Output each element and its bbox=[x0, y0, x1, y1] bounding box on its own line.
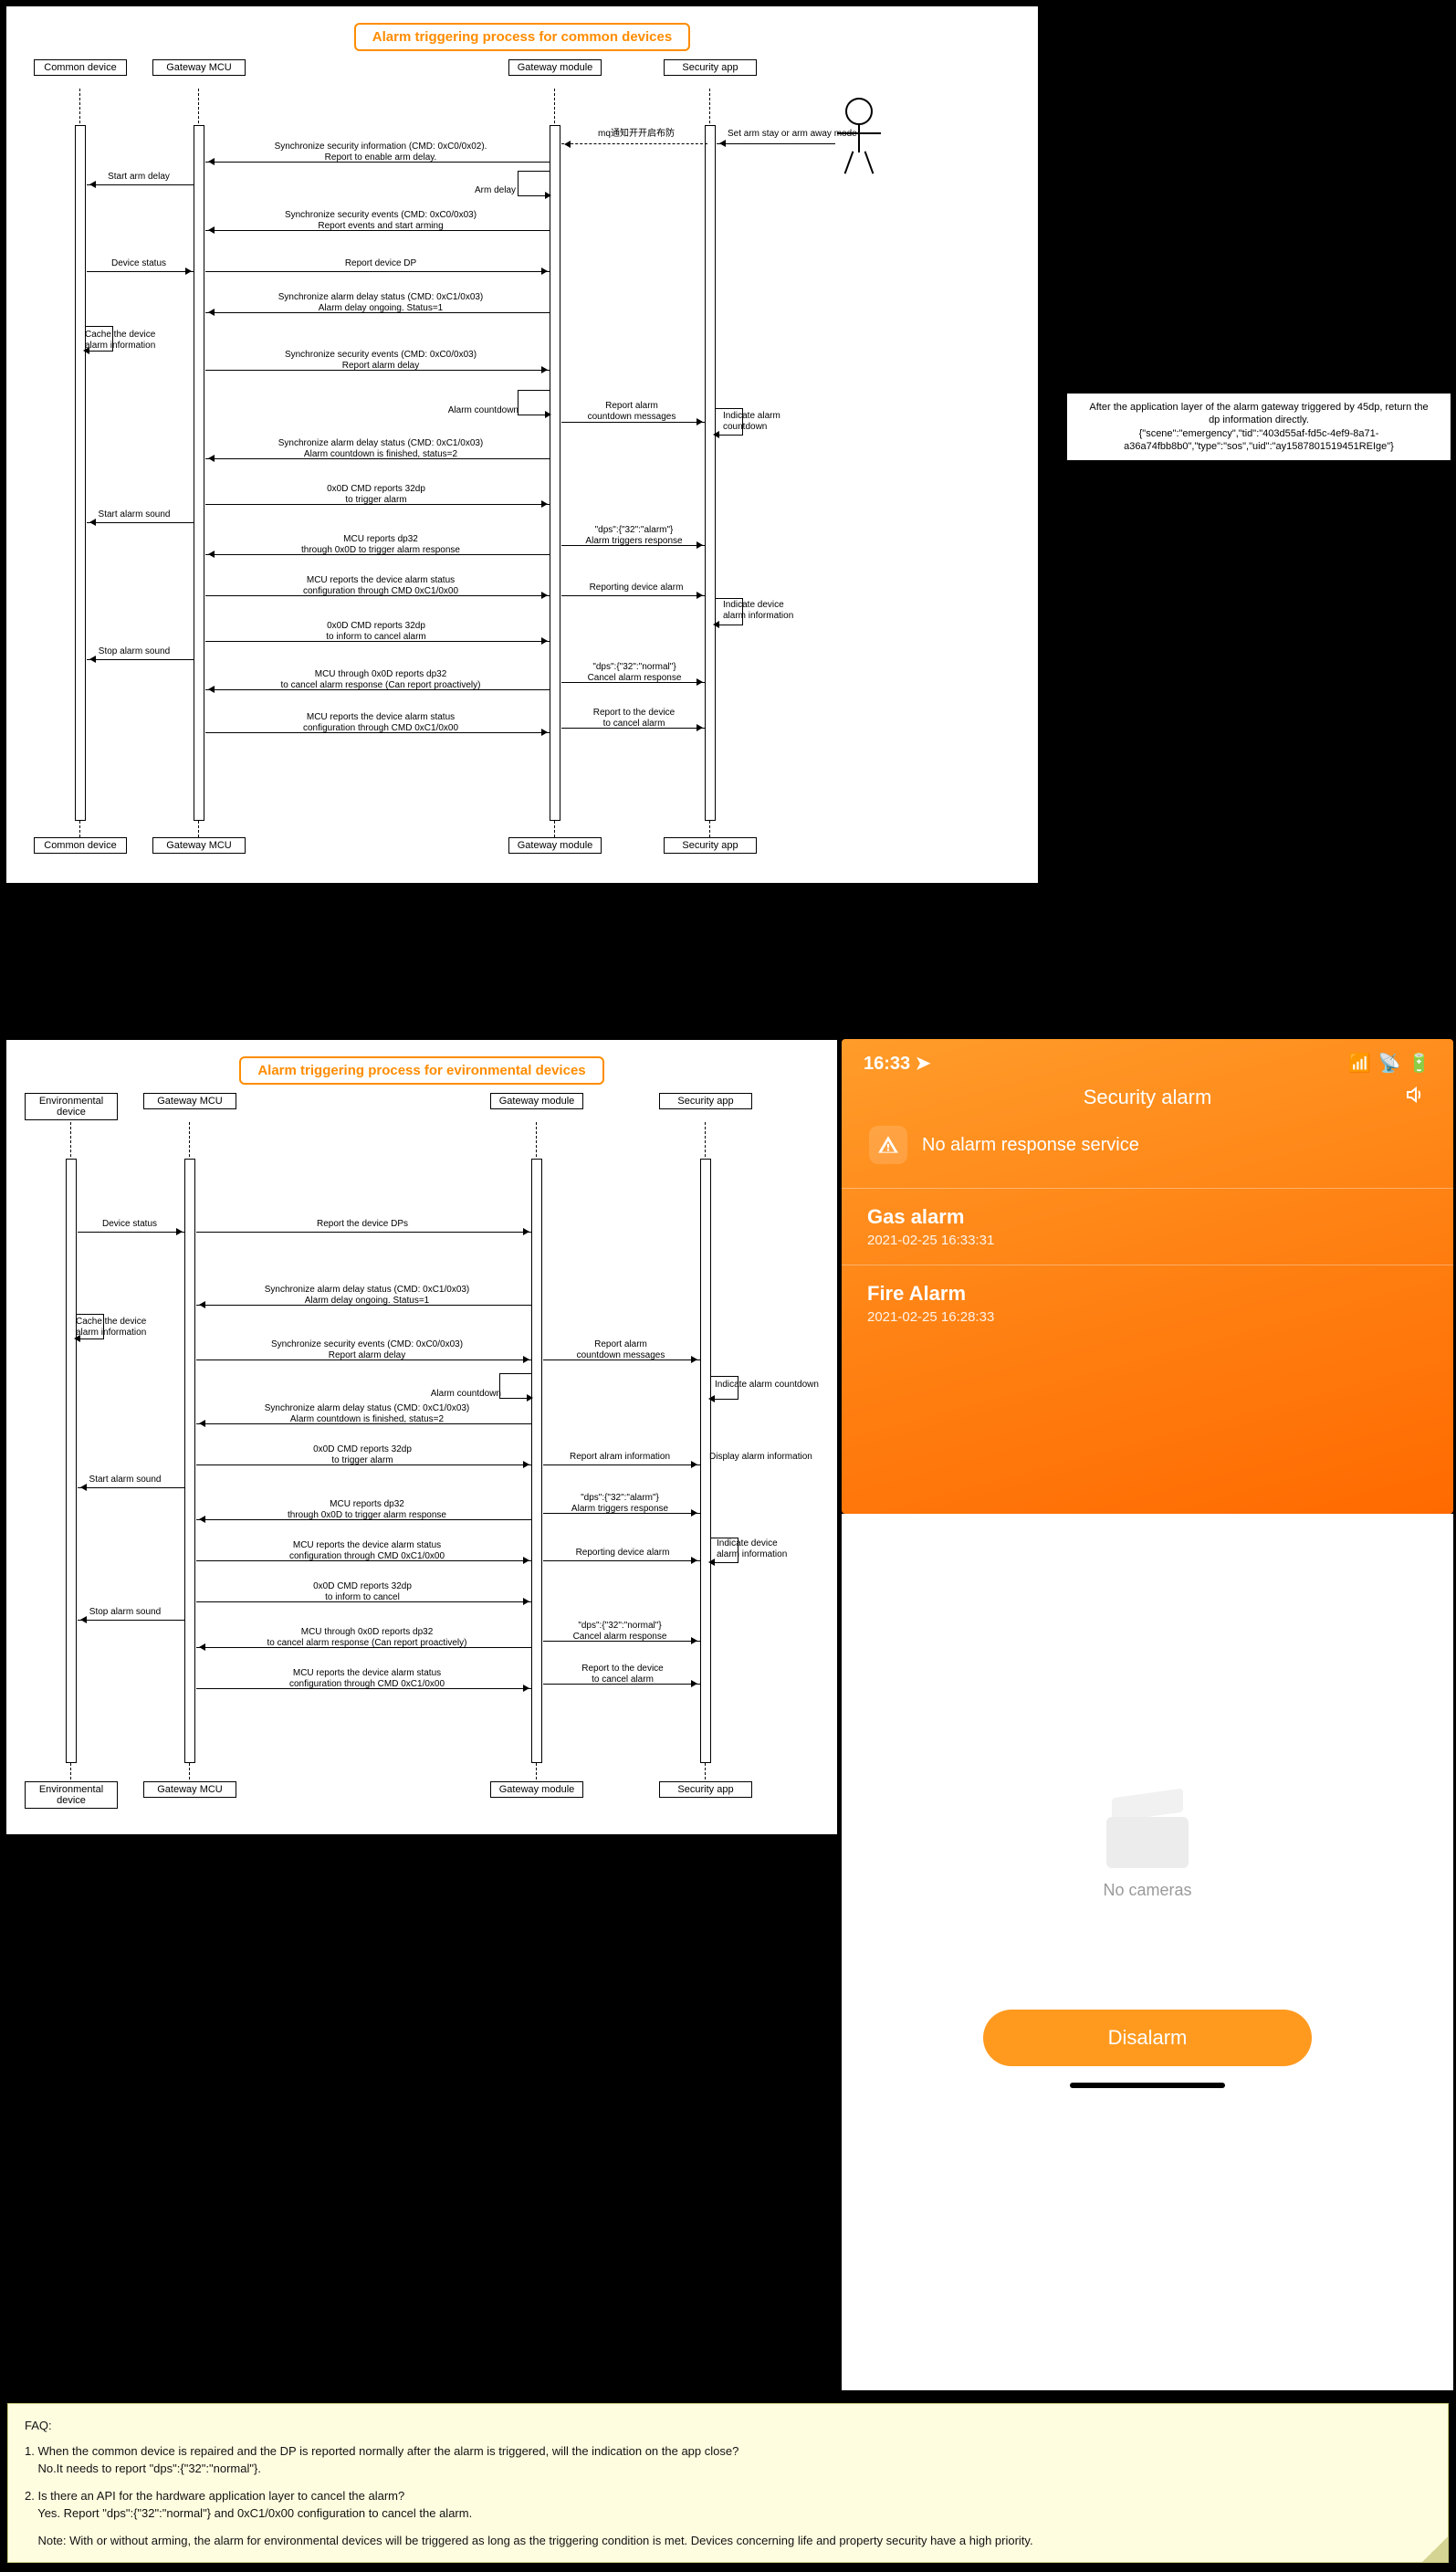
d1-m21: 0x0D CMD reports 32dp to inform to cance… bbox=[248, 621, 504, 642]
d2-m13: Synchronize alarm delay status (CMD: 0xC… bbox=[225, 1403, 508, 1424]
alarm-time: 2021-02-25 16:33:31 bbox=[867, 1233, 1428, 1248]
d1-m1: Synchronize security information (CMD: 0… bbox=[235, 142, 527, 163]
diagram-common-devices: Alarm triggering process for common devi… bbox=[5, 5, 1039, 884]
d2-m23: MCU through 0x0D reports dp32 to cancel … bbox=[216, 1627, 518, 1648]
faq-q2: 2. Is there an API for the hardware appl… bbox=[25, 2487, 1431, 2505]
d2-m25: MCU reports the device alarm status conf… bbox=[225, 1668, 508, 1689]
phone-mock: 16:33 ➤ 📶 📡 🔋 Security alarm No alarm re… bbox=[842, 1039, 1453, 1514]
d2-foot-env: Environmental device bbox=[25, 1781, 118, 1809]
lane-gateway-module: Gateway module bbox=[508, 59, 602, 76]
notice-text: No alarm response service bbox=[922, 1135, 1139, 1156]
side-note: After the application layer of the alarm… bbox=[1066, 393, 1451, 461]
d1-m2: Start arm delay bbox=[89, 172, 189, 183]
faq-a1: No.It needs to report "dps":{"32":"norma… bbox=[25, 2460, 1431, 2478]
d1-m26: Report to the device to cancel alarm bbox=[568, 708, 700, 729]
d1-m16: MCU reports dp32 through 0x0D to trigger… bbox=[244, 534, 518, 555]
msg-mq: mq通知开开启布防 bbox=[577, 129, 696, 140]
d1-m6: Report device DP bbox=[244, 258, 518, 269]
diagram-environmental-devices: Alarm triggering process for evironmenta… bbox=[5, 1039, 838, 1835]
d2-m14b: Report alram information bbox=[547, 1452, 693, 1463]
d2-m14: 0x0D CMD reports 32dp to trigger alarm bbox=[239, 1444, 486, 1465]
d2-m5: Device status bbox=[79, 1219, 180, 1230]
d1-m3: Arm delay bbox=[461, 185, 516, 196]
d1-m23: MCU through 0x0D reports dp32 to cancel … bbox=[225, 669, 536, 690]
status-time: 16:33 ➤ bbox=[864, 1052, 930, 1075]
d1-m12: Indicate alarm countdown bbox=[723, 411, 814, 432]
alarm-title: Gas alarm bbox=[867, 1205, 1428, 1229]
d1-m17: "dps":{"32":"alarm"} Alarm triggers resp… bbox=[563, 525, 705, 546]
d2-m9: Synchronize security events (CMD: 0xC0/0… bbox=[225, 1339, 508, 1360]
d1-m8: Cache the device alarm information bbox=[85, 330, 194, 351]
diagram1-title: Alarm triggering process for common devi… bbox=[354, 23, 690, 51]
faq-note-line: Note: With or without arming, the alarm … bbox=[25, 2532, 1431, 2550]
faq-a2: Yes. Report "dps":{"32":"normal"} and 0x… bbox=[25, 2504, 1431, 2523]
d1-m11: Report alarm countdown messages bbox=[568, 401, 696, 422]
d1-m10: Alarm countdown bbox=[440, 405, 519, 416]
d2-m8: Cache the device alarm information bbox=[76, 1317, 185, 1338]
d2-lane-env: Environmental device bbox=[25, 1093, 118, 1120]
d2-m20: Indicate device alarm information bbox=[717, 1538, 817, 1559]
d2-lane-app: Security app bbox=[659, 1093, 752, 1109]
d2-foot-module: Gateway module bbox=[490, 1781, 583, 1798]
diagram2-title: Alarm triggering process for evironmenta… bbox=[239, 1056, 603, 1085]
d1-m15: Start alarm sound bbox=[79, 509, 189, 520]
d1-m19: Reporting device alarm bbox=[572, 583, 700, 593]
d2-lane-mcu: Gateway MCU bbox=[143, 1093, 236, 1109]
d2-m6: Report the device DPs bbox=[235, 1219, 490, 1230]
d2-m15: Start alarm sound bbox=[70, 1475, 180, 1485]
alarm-row-gas[interactable]: Gas alarm 2021-02-25 16:33:31 bbox=[842, 1189, 1453, 1265]
no-cameras-label: No cameras bbox=[842, 1881, 1453, 1900]
faq-q1: 1. When the common device is repaired an… bbox=[25, 2442, 1431, 2461]
alarm-row-fire[interactable]: Fire Alarm 2021-02-25 16:28:33 bbox=[842, 1265, 1453, 1341]
d1-m7: Synchronize alarm delay status (CMD: 0xC… bbox=[235, 292, 527, 313]
d1-m18: MCU reports the device alarm status conf… bbox=[235, 575, 527, 596]
lane-foot-common-device: Common device bbox=[34, 837, 127, 854]
faq-heading: FAQ: bbox=[25, 2417, 1431, 2435]
home-indicator[interactable] bbox=[1070, 2083, 1225, 2088]
d1-m9: Synchronize security events (CMD: 0xC0/0… bbox=[235, 350, 527, 371]
lane-foot-security-app: Security app bbox=[664, 837, 757, 854]
alarm-time: 2021-02-25 16:28:33 bbox=[867, 1309, 1428, 1325]
speaker-icon[interactable] bbox=[1404, 1084, 1426, 1106]
d2-m19: Reporting device alarm bbox=[554, 1548, 691, 1559]
phone-bottom: No cameras Disalarm bbox=[842, 1514, 1453, 2390]
empty-box-icon bbox=[1106, 1806, 1189, 1870]
disalarm-button[interactable]: Disalarm bbox=[983, 2010, 1312, 2066]
d1-m24: "dps":{"32":"normal"} Cancel alarm respo… bbox=[561, 662, 707, 683]
faq-note: FAQ: 1. When the common device is repair… bbox=[7, 2403, 1449, 2563]
d1-m14: 0x0D CMD reports 32dp to trigger alarm bbox=[248, 484, 504, 505]
d2-m18: MCU reports the device alarm status conf… bbox=[225, 1540, 508, 1561]
lane-foot-gateway-mcu: Gateway MCU bbox=[152, 837, 246, 854]
msg-set-arm-mode: Set arm stay or arm away mode bbox=[728, 129, 855, 140]
d2-m24: "dps":{"32":"normal"} Cancel alarm respo… bbox=[547, 1621, 693, 1642]
location-icon: ➤ bbox=[916, 1054, 931, 1074]
d2-m16: MCU reports dp32 through 0x0D to trigger… bbox=[235, 1499, 499, 1520]
d2-m14c: Display alarm information bbox=[709, 1452, 828, 1463]
d2-m17: "dps":{"32":"alarm"} Alarm triggers resp… bbox=[547, 1493, 693, 1514]
lane-common-device: Common device bbox=[34, 59, 127, 76]
alarm-title: Fire Alarm bbox=[867, 1282, 1428, 1306]
d2-m7: Synchronize alarm delay status (CMD: 0xC… bbox=[225, 1285, 508, 1306]
d1-m25: MCU reports the device alarm status conf… bbox=[235, 712, 527, 733]
d2-foot-app: Security app bbox=[659, 1781, 752, 1798]
lane-foot-gateway-module: Gateway module bbox=[508, 837, 602, 854]
d2-m10: Alarm countdown bbox=[419, 1389, 501, 1400]
d1-m22: Stop alarm sound bbox=[79, 646, 189, 657]
lane-gateway-mcu: Gateway MCU bbox=[152, 59, 246, 76]
d2-m11: Report alarm countdown messages bbox=[552, 1339, 689, 1360]
d2-m26: Report to the device to cancel alarm bbox=[554, 1664, 691, 1685]
d1-m4: Synchronize security events (CMD: 0xC0/0… bbox=[235, 210, 527, 231]
d2-foot-mcu: Gateway MCU bbox=[143, 1781, 236, 1798]
status-icons: 📶 📡 🔋 bbox=[1348, 1052, 1431, 1075]
d2-lane-module: Gateway module bbox=[490, 1093, 583, 1109]
d1-m5: Device status bbox=[89, 258, 189, 269]
d2-m22: Stop alarm sound bbox=[70, 1607, 180, 1618]
warning-icon bbox=[869, 1126, 907, 1164]
d1-m13: Synchronize alarm delay status (CMD: 0xC… bbox=[235, 438, 527, 459]
d2-m21: 0x0D CMD reports 32dp to inform to cance… bbox=[239, 1581, 486, 1602]
d2-m12: Indicate alarm countdown bbox=[715, 1380, 829, 1391]
phone-title: Security alarm bbox=[1084, 1086, 1212, 1108]
lane-security-app: Security app bbox=[664, 59, 757, 76]
d1-m20: Indicate device alarm information bbox=[723, 600, 819, 621]
